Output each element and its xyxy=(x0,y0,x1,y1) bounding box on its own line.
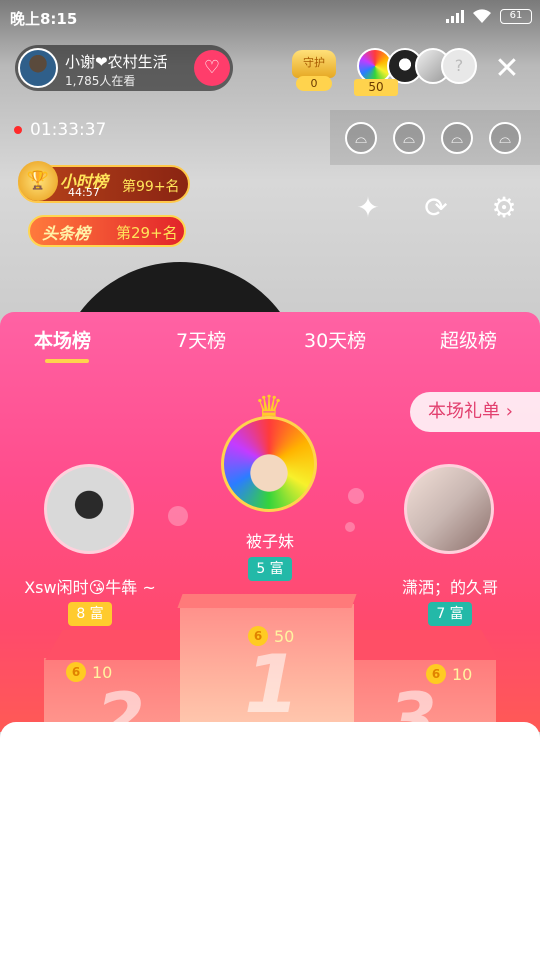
status-icons: 61 xyxy=(446,8,532,24)
status-bar: 晚上8:15 61 xyxy=(0,0,540,36)
sofa-seat-icon[interactable]: ⌓ xyxy=(489,122,521,154)
close-icon: ✕ xyxy=(494,51,520,86)
ranking-list-sheet[interactable] xyxy=(0,722,540,960)
headline-rank-title: 头条榜 xyxy=(42,224,91,243)
sofa-seat-icon[interactable]: ⌓ xyxy=(345,122,377,154)
headline-rank-position: 第29+名 xyxy=(116,224,178,242)
signal-icon xyxy=(446,9,464,23)
settings-gear-icon[interactable]: ⚙ xyxy=(486,190,522,226)
podium-number: 1 xyxy=(244,638,300,731)
host-avatar[interactable] xyxy=(18,48,58,88)
close-button[interactable]: ✕ xyxy=(490,52,524,86)
second-place-score-value: 10 xyxy=(92,662,113,682)
third-place-score-value: 10 xyxy=(452,664,473,684)
follow-button[interactable]: ♡ xyxy=(194,50,230,86)
podium-second: 2 xyxy=(44,630,203,732)
first-place-score-value: 50 xyxy=(274,626,295,646)
battery-icon: 61 xyxy=(500,8,532,24)
decor-bubble xyxy=(168,506,188,526)
second-place-avatar[interactable] xyxy=(44,464,134,554)
viewer-avatar-strip[interactable]: ? 50 xyxy=(354,48,477,98)
tool-row: ✦ ⟳ ⚙ xyxy=(350,190,522,226)
headline-rank-badge[interactable]: 头条榜 第29+名 xyxy=(28,215,186,247)
hour-rank-countdown: 44:57 xyxy=(68,186,100,199)
host-name: 小谢❤农村生活 xyxy=(65,53,168,71)
third-place-name[interactable]: 潇洒；的久哥 xyxy=(360,574,540,598)
live-timer: 01:33:37 xyxy=(14,120,106,140)
live-dot-icon xyxy=(14,126,22,134)
third-place-score: 6 10 xyxy=(426,664,472,684)
tab-7-days[interactable]: 7天榜 xyxy=(176,326,226,353)
status-time: 晚上8:15 xyxy=(10,10,78,28)
coin-icon: 6 xyxy=(66,662,86,682)
tab-this-session[interactable]: 本场榜 xyxy=(34,326,91,353)
ranking-panel: 本场榜 7天榜 30天榜 超级榜 本场礼单 › 2 3 1 ♛ 被子妹 5 富 … xyxy=(0,312,540,732)
hour-rank-badge[interactable]: 🏆 小时榜 44:57 第99+名 xyxy=(18,161,190,203)
sofa-seat-icon[interactable]: ⌓ xyxy=(441,122,473,154)
guard-count: 0 xyxy=(296,76,332,91)
podium-third: 3 xyxy=(335,630,499,732)
third-place-rich-badge: 7 富 xyxy=(428,602,472,626)
decor-bubble xyxy=(348,488,364,504)
second-place-score: 6 10 xyxy=(66,662,112,682)
decor-bubble xyxy=(345,522,355,532)
magic-wand-icon[interactable]: ✦ xyxy=(350,190,386,226)
first-place-rich-badge: 5 富 xyxy=(248,557,292,581)
trophy-icon: 🏆 xyxy=(18,161,58,201)
tab-super[interactable]: 超级榜 xyxy=(440,326,497,353)
first-place-avatar[interactable] xyxy=(221,416,317,512)
coin-icon: 6 xyxy=(248,626,268,646)
coin-icon: 6 xyxy=(426,664,446,684)
heart-plus-icon: ♡ xyxy=(203,57,221,78)
gift-list-button[interactable]: 本场礼单 › xyxy=(410,392,540,432)
second-place-rich-badge: 8 富 xyxy=(68,602,112,626)
tab-30-days[interactable]: 30天榜 xyxy=(304,326,366,353)
sofa-seat-icon[interactable]: ⌓ xyxy=(393,122,425,154)
live-timer-text: 01:33:37 xyxy=(30,120,107,140)
second-place-name[interactable]: Xsw闲时😘牛犇 ~ xyxy=(0,574,180,598)
tab-active-underline xyxy=(45,359,89,363)
podium-first: 1 xyxy=(177,594,357,732)
seat-row: ⌓ ⌓ ⌓ ⌓ xyxy=(345,122,521,154)
guard-crown-icon: 守护 xyxy=(292,50,336,78)
viewer-coin-count: 50 xyxy=(354,79,398,96)
host-viewer-count: 1,785人在看 xyxy=(65,74,136,88)
anonymous-avatar-icon[interactable]: ? xyxy=(441,48,477,84)
wifi-icon xyxy=(473,9,491,23)
hour-rank-position: 第99+名 xyxy=(122,179,180,195)
third-place-avatar[interactable] xyxy=(404,464,494,554)
first-place-name[interactable]: 被子妹 xyxy=(200,528,340,552)
guard-badge[interactable]: 守护 0 xyxy=(290,50,338,92)
host-info-pill[interactable]: 小谢❤农村生活 1,785人在看 ♡ xyxy=(15,45,233,91)
first-place-score: 6 50 xyxy=(248,626,294,646)
camera-switch-icon[interactable]: ⟳ xyxy=(418,190,454,226)
